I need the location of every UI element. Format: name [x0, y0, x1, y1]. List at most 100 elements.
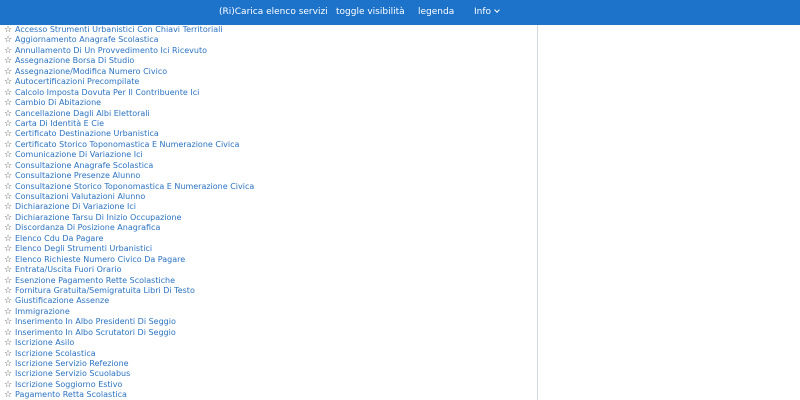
list-item[interactable]: ☆ Annullamento Di Un Provvedimento Ici Ri…: [0, 46, 254, 56]
service-link[interactable]: Entrata/Uscita Fuori Orario: [15, 265, 122, 274]
legend-link[interactable]: legenda: [418, 0, 454, 25]
star-icon[interactable]: ☆: [4, 67, 12, 77]
star-icon[interactable]: ☆: [4, 202, 12, 212]
list-item[interactable]: ☆ Inserimento In Albo Presidenti Di Seggi…: [0, 317, 254, 327]
star-icon[interactable]: ☆: [4, 213, 12, 223]
service-link[interactable]: Consultazione Anagrafe Scolastica: [15, 161, 153, 170]
star-icon[interactable]: ☆: [4, 129, 12, 139]
list-item[interactable]: ☆ Consultazioni Valutazioni Alunno: [0, 192, 254, 202]
star-icon[interactable]: ☆: [4, 140, 12, 150]
service-link[interactable]: Elenco Degli Strumenti Urbanistici: [15, 244, 152, 253]
star-icon[interactable]: ☆: [4, 234, 12, 244]
star-icon[interactable]: ☆: [4, 56, 12, 66]
star-icon[interactable]: ☆: [4, 265, 12, 275]
star-icon[interactable]: ☆: [4, 380, 12, 390]
service-link[interactable]: Inserimento In Albo Presidenti Di Seggio: [15, 317, 176, 326]
service-link[interactable]: Esenzione Pagamento Rette Scolastiche: [15, 276, 175, 285]
service-link[interactable]: Iscrizione Soggiorno Estivo: [15, 380, 122, 389]
star-icon[interactable]: ☆: [4, 182, 12, 192]
service-link[interactable]: Consultazione Presenze Alunno: [15, 171, 140, 180]
service-link[interactable]: Elenco Cdu Da Pagare: [15, 234, 103, 243]
list-item[interactable]: ☆ Discordanza Di Posizione Anagrafica: [0, 223, 254, 233]
list-item[interactable]: ☆ Elenco Richieste Numero Civico Da Pagar…: [0, 255, 254, 265]
star-icon[interactable]: ☆: [4, 317, 12, 327]
service-link[interactable]: Calcolo Imposta Dovuta Per Il Contribuen…: [15, 88, 199, 97]
list-item[interactable]: ☆ Aggiornamento Anagrafe Scolastica: [0, 35, 254, 45]
list-item[interactable]: ☆ Accesso Strumenti Urbanistici Con Chiav…: [0, 25, 254, 35]
list-item[interactable]: ☆ Iscrizione Asilo: [0, 338, 254, 348]
list-item[interactable]: ☆ Consultazione Anagrafe Scolastica: [0, 161, 254, 171]
star-icon[interactable]: ☆: [4, 46, 12, 56]
list-item[interactable]: ☆ Pagamento Retta Scolastica: [0, 390, 254, 400]
service-link[interactable]: Consultazioni Valutazioni Alunno: [15, 192, 145, 201]
star-icon[interactable]: ☆: [4, 223, 12, 233]
service-link[interactable]: Inserimento In Albo Scrutatori Di Seggio: [15, 328, 176, 337]
list-item[interactable]: ☆ Inserimento In Albo Scrutatori Di Seggi…: [0, 328, 254, 338]
list-item[interactable]: ☆ Elenco Cdu Da Pagare: [0, 234, 254, 244]
service-link[interactable]: Iscrizione Servizio Refezione: [15, 359, 129, 368]
star-icon[interactable]: ☆: [4, 338, 12, 348]
services-list-pane[interactable]: ☆ Accesso Strumenti Urbanistici Con Chiav…: [0, 25, 538, 400]
service-link[interactable]: Iscrizione Scolastica: [15, 349, 96, 358]
service-link[interactable]: Giustificazione Assenze: [15, 296, 109, 305]
list-item[interactable]: ☆ Consultazione Presenze Alunno: [0, 171, 254, 181]
list-item[interactable]: ☆ Fornitura Gratuita/Semigratuita Libri D…: [0, 286, 254, 296]
list-item[interactable]: ☆ Iscrizione Scolastica: [0, 349, 254, 359]
list-item[interactable]: ☆ Elenco Degli Strumenti Urbanistici: [0, 244, 254, 254]
info-menu[interactable]: Info: [474, 0, 500, 25]
service-link[interactable]: Comunicazione Di Variazione Ici: [15, 150, 143, 159]
toggle-visibility-link[interactable]: toggle visibilità: [336, 0, 405, 25]
service-link[interactable]: Iscrizione Servizio Scuolabus: [15, 369, 130, 378]
list-item[interactable]: ☆ Dichiarazione Di Variazione Ici: [0, 202, 254, 212]
list-item[interactable]: ☆ Comunicazione Di Variazione Ici: [0, 150, 254, 160]
star-icon[interactable]: ☆: [4, 369, 12, 379]
list-item[interactable]: ☆ Immigrazione: [0, 307, 254, 317]
reload-services-link[interactable]: (Ri)Carica elenco servizi: [219, 0, 328, 25]
list-item[interactable]: ☆ Consultazione Storico Toponomastica E N…: [0, 182, 254, 192]
service-link[interactable]: Accesso Strumenti Urbanistici Con Chiavi…: [15, 25, 223, 34]
list-item[interactable]: ☆ Entrata/Uscita Fuori Orario: [0, 265, 254, 275]
star-icon[interactable]: ☆: [4, 255, 12, 265]
service-link[interactable]: Assegnazione Borsa Di Studio: [15, 56, 134, 65]
star-icon[interactable]: ☆: [4, 88, 12, 98]
star-icon[interactable]: ☆: [4, 98, 12, 108]
list-item[interactable]: ☆ Iscrizione Servizio Refezione: [0, 359, 254, 369]
list-item[interactable]: ☆ Assegnazione Borsa Di Studio: [0, 56, 254, 66]
service-link[interactable]: Cancellazione Dagli Albi Elettorali: [15, 109, 150, 118]
service-link[interactable]: Certificato Destinazione Urbanistica: [15, 129, 159, 138]
service-link[interactable]: Fornitura Gratuita/Semigratuita Libri Di…: [15, 286, 195, 295]
list-item[interactable]: ☆ Calcolo Imposta Dovuta Per Il Contribue…: [0, 88, 254, 98]
list-item[interactable]: ☆ Certificato Storico Toponomastica E Num…: [0, 140, 254, 150]
service-link[interactable]: Immigrazione: [15, 307, 70, 316]
service-link[interactable]: Elenco Richieste Numero Civico Da Pagare: [15, 255, 185, 264]
star-icon[interactable]: ☆: [4, 359, 12, 369]
service-link[interactable]: Pagamento Retta Scolastica: [15, 390, 127, 399]
star-icon[interactable]: ☆: [4, 161, 12, 171]
star-icon[interactable]: ☆: [4, 77, 12, 87]
service-link[interactable]: Discordanza Di Posizione Anagrafica: [15, 223, 160, 232]
star-icon[interactable]: ☆: [4, 390, 12, 400]
star-icon[interactable]: ☆: [4, 349, 12, 359]
list-item[interactable]: ☆ Giustificazione Assenze: [0, 296, 254, 306]
service-link[interactable]: Cambio Di Abitazione: [15, 98, 101, 107]
list-item[interactable]: ☆ Iscrizione Servizio Scuolabus: [0, 369, 254, 379]
star-icon[interactable]: ☆: [4, 171, 12, 181]
star-icon[interactable]: ☆: [4, 286, 12, 296]
star-icon[interactable]: ☆: [4, 276, 12, 286]
list-item[interactable]: ☆ Certificato Destinazione Urbanistica: [0, 129, 254, 139]
service-link[interactable]: Consultazione Storico Toponomastica E Nu…: [15, 182, 254, 191]
service-link[interactable]: Annullamento Di Un Provvedimento Ici Ric…: [15, 46, 207, 55]
star-icon[interactable]: ☆: [4, 296, 12, 306]
list-item[interactable]: ☆ Dichiarazione Tarsu Di Inizio Occupazio…: [0, 213, 254, 223]
star-icon[interactable]: ☆: [4, 150, 12, 160]
star-icon[interactable]: ☆: [4, 192, 12, 202]
list-item[interactable]: ☆ Autocertificazioni Precompilate: [0, 77, 254, 87]
star-icon[interactable]: ☆: [4, 244, 12, 254]
service-link[interactable]: Dichiarazione Di Variazione Ici: [15, 202, 136, 211]
star-icon[interactable]: ☆: [4, 25, 12, 35]
list-item[interactable]: ☆ Iscrizione Soggiorno Estivo: [0, 380, 254, 390]
service-link[interactable]: Assegnazione/Modifica Numero Civico: [15, 67, 167, 76]
star-icon[interactable]: ☆: [4, 328, 12, 338]
star-icon[interactable]: ☆: [4, 35, 12, 45]
service-link[interactable]: Carta Di Identità E Cie: [15, 119, 104, 128]
